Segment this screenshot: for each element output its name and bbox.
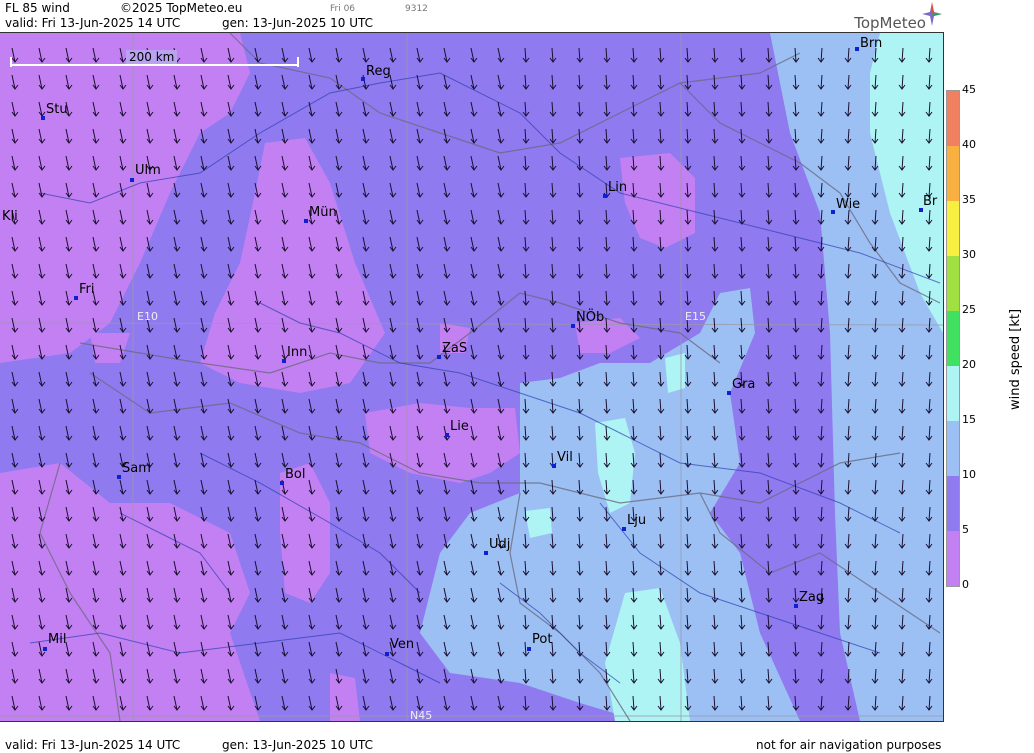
colorbar-segment — [947, 201, 959, 256]
colorbar-segment — [947, 146, 959, 201]
colorbar-tick-label: 10 — [962, 468, 976, 481]
colorbar-tick-label: 5 — [962, 523, 969, 536]
colorbar-tick-label: 30 — [962, 248, 976, 261]
run-code: 9312 — [405, 4, 428, 14]
colorbar-segment — [947, 476, 959, 531]
grid-label-n45: N45 — [410, 709, 433, 722]
colorbar-segment — [947, 91, 959, 146]
scale-bar: 200 km — [10, 50, 299, 67]
copyright: ©2025 TopMeteo.eu — [120, 1, 243, 15]
colorbar-tick-label: 0 — [962, 578, 969, 591]
footer-bar: valid: Fri 13-Jun-2025 14 UTC gen: 13-Ju… — [0, 738, 944, 753]
colorbar-segment — [947, 531, 959, 586]
colorbar — [946, 90, 960, 587]
map-title: FL 85 wind — [5, 1, 70, 15]
wind-field-layer — [0, 33, 943, 721]
colorbar-tick-label: 35 — [962, 193, 976, 206]
colorbar-segment — [947, 256, 959, 311]
header-bar: FL 85 wind ©2025 TopMeteo.eu Fri 06 9312… — [0, 0, 944, 33]
day-indicator: Fri 06 — [330, 4, 356, 14]
wind-map[interactable]: 200 km E10 E15 N45 Brn Reg Stu Ulm Kli M… — [0, 33, 944, 722]
colorbar-tick-label: 15 — [962, 413, 976, 426]
compass-star-icon — [922, 2, 942, 26]
scale-bar-label: 200 km — [126, 50, 178, 64]
colorbar-tick-label: 40 — [962, 138, 976, 151]
grid-label-e15: E15 — [685, 310, 706, 323]
valid-time: valid: Fri 13-Jun-2025 14 UTC — [5, 16, 181, 30]
footer-generated-time: gen: 13-Jun-2025 10 UTC — [222, 738, 374, 752]
generated-time: gen: 13-Jun-2025 10 UTC — [222, 16, 374, 30]
grid-label-e10: E10 — [137, 310, 158, 323]
colorbar-tick-label: 45 — [962, 83, 976, 96]
disclaimer: not for air navigation purposes — [756, 738, 942, 752]
legend-title: wind speed [kt] — [1008, 308, 1023, 410]
footer-valid-time: valid: Fri 13-Jun-2025 14 UTC — [5, 738, 181, 752]
brand-logo-text: TopMeteo — [854, 14, 926, 32]
colorbar-tick-label: 25 — [962, 303, 976, 316]
colorbar-segment — [947, 421, 959, 476]
colorbar-segment — [947, 311, 959, 366]
colorbar-tick-label: 20 — [962, 358, 976, 371]
colorbar-segment — [947, 366, 959, 421]
